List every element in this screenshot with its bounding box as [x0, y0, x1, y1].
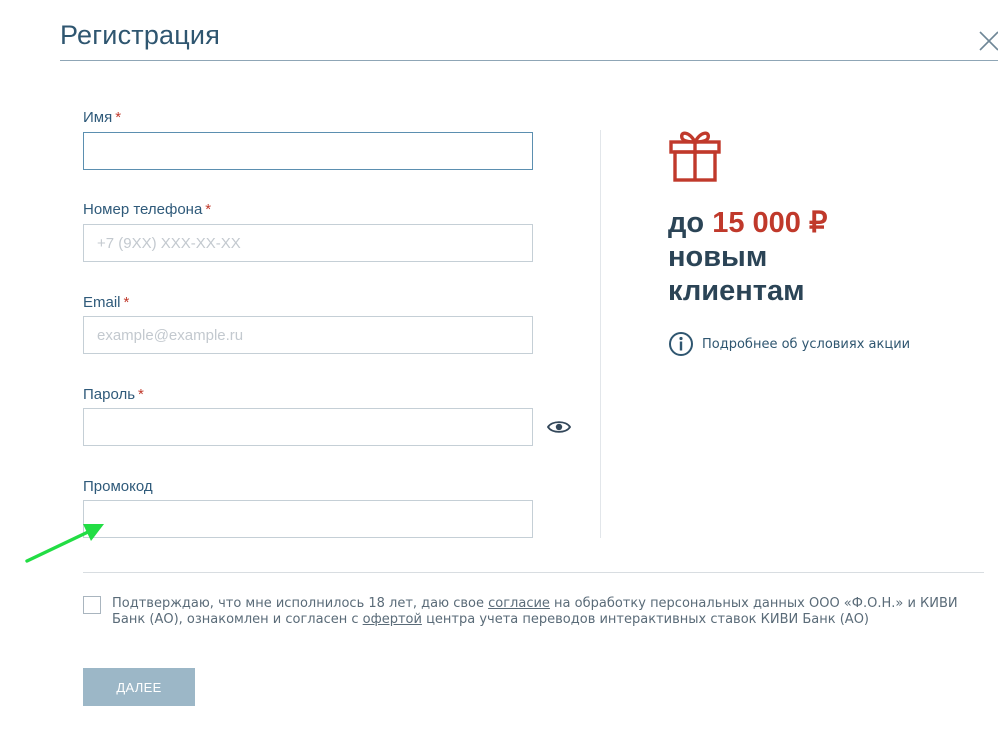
name-required-mark: *	[115, 109, 122, 126]
password-required-mark: *	[138, 386, 144, 403]
promo-code-input[interactable]	[83, 500, 533, 538]
phone-required-mark: *	[205, 201, 212, 218]
next-button[interactable]: Далее	[83, 668, 195, 706]
promo-line-1: до 15 000 ₽	[668, 206, 827, 240]
promo-prefix: до	[668, 207, 713, 239]
email-required-mark: *	[123, 294, 130, 311]
agreement-text: Подтверждаю, что мне исполнилось 18 лет,…	[112, 596, 972, 628]
info-icon	[669, 332, 693, 356]
password-input[interactable]	[83, 408, 533, 446]
promo-label-text: Промокод	[83, 478, 153, 495]
promo-terms-link[interactable]: Подробнее об условиях акции	[668, 331, 910, 357]
email-label-text: Email	[83, 294, 121, 311]
agreement-text-part-1: Подтверждаю, что мне исполнилось 18 лет,…	[112, 596, 489, 611]
email-input[interactable]	[83, 316, 533, 354]
phone-label: Номер телефона *	[83, 201, 211, 218]
phone-label-text: Номер телефона	[83, 201, 203, 218]
consent-link[interactable]: согласие	[488, 596, 550, 611]
password-label: Пароль *	[83, 386, 144, 403]
agreement-checkbox[interactable]	[83, 596, 101, 614]
close-icon[interactable]	[976, 28, 998, 54]
page-title: Регистрация	[60, 20, 221, 50]
name-label: Имя *	[83, 109, 121, 126]
column-divider	[600, 130, 601, 538]
gift-icon	[669, 131, 721, 182]
agreement-text-part-3: центра учета переводов интерактивных ста…	[421, 612, 869, 627]
annotation-arrow	[25, 524, 104, 563]
email-label: Email *	[83, 294, 129, 311]
title-divider	[60, 60, 998, 61]
form-divider	[83, 572, 984, 573]
eye-icon[interactable]	[547, 419, 571, 435]
promo-headline: до 15 000 ₽ новым клиентам	[668, 206, 827, 308]
name-label-text: Имя	[83, 109, 113, 126]
promo-line-2: новым	[668, 241, 768, 273]
promo-terms-link-text: Подробнее об условиях акции	[702, 336, 911, 352]
offer-link[interactable]: офертой	[363, 612, 422, 627]
phone-input[interactable]	[83, 224, 533, 262]
password-label-text: Пароль	[83, 386, 136, 403]
name-input[interactable]	[83, 132, 533, 170]
promo-line-3: клиентам	[668, 275, 805, 307]
promo-amount: 15 000 ₽	[712, 207, 828, 239]
promo-label: Промокод	[83, 478, 153, 495]
